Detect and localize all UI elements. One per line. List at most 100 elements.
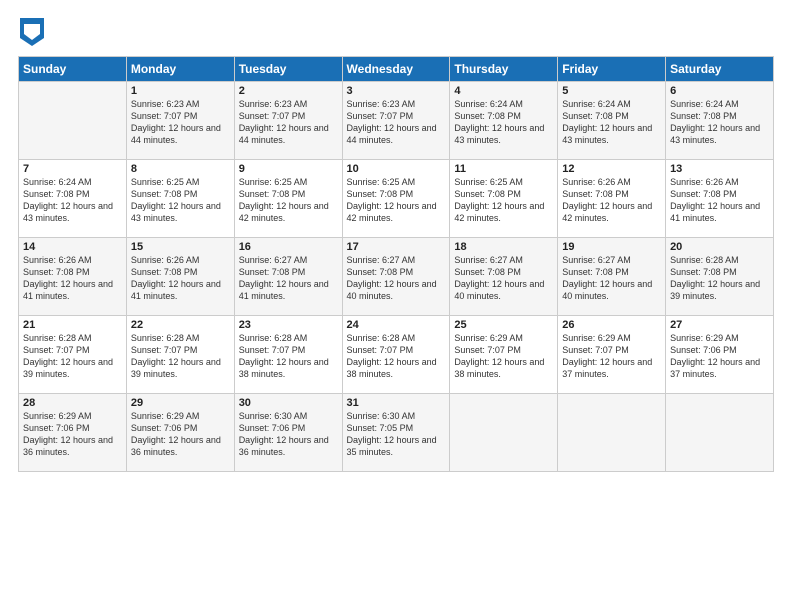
calendar-cell: 12Sunrise: 6:26 AMSunset: 7:08 PMDayligh… bbox=[558, 160, 666, 238]
day-number: 6 bbox=[670, 85, 769, 97]
cell-sun-info: Sunrise: 6:29 AMSunset: 7:07 PMDaylight:… bbox=[454, 332, 553, 381]
day-number: 20 bbox=[670, 241, 769, 253]
day-number: 18 bbox=[454, 241, 553, 253]
calendar-cell bbox=[19, 82, 127, 160]
cell-sun-info: Sunrise: 6:25 AMSunset: 7:08 PMDaylight:… bbox=[347, 176, 446, 225]
cell-sun-info: Sunrise: 6:28 AMSunset: 7:07 PMDaylight:… bbox=[131, 332, 230, 381]
cell-sun-info: Sunrise: 6:23 AMSunset: 7:07 PMDaylight:… bbox=[347, 98, 446, 147]
cell-sun-info: Sunrise: 6:24 AMSunset: 7:08 PMDaylight:… bbox=[562, 98, 661, 147]
weekday-header: Sunday bbox=[19, 57, 127, 82]
cell-sun-info: Sunrise: 6:29 AMSunset: 7:06 PMDaylight:… bbox=[23, 410, 122, 459]
day-number: 24 bbox=[347, 319, 446, 331]
day-number: 28 bbox=[23, 397, 122, 409]
calendar-cell: 21Sunrise: 6:28 AMSunset: 7:07 PMDayligh… bbox=[19, 316, 127, 394]
logo bbox=[18, 18, 44, 46]
calendar-week-row: 21Sunrise: 6:28 AMSunset: 7:07 PMDayligh… bbox=[19, 316, 774, 394]
day-number: 14 bbox=[23, 241, 122, 253]
day-number: 21 bbox=[23, 319, 122, 331]
calendar-cell: 9Sunrise: 6:25 AMSunset: 7:08 PMDaylight… bbox=[234, 160, 342, 238]
calendar-cell bbox=[666, 394, 774, 472]
day-number: 27 bbox=[670, 319, 769, 331]
cell-sun-info: Sunrise: 6:26 AMSunset: 7:08 PMDaylight:… bbox=[670, 176, 769, 225]
day-number: 1 bbox=[131, 85, 230, 97]
calendar-cell: 19Sunrise: 6:27 AMSunset: 7:08 PMDayligh… bbox=[558, 238, 666, 316]
day-number: 12 bbox=[562, 163, 661, 175]
calendar-cell: 13Sunrise: 6:26 AMSunset: 7:08 PMDayligh… bbox=[666, 160, 774, 238]
calendar-cell bbox=[450, 394, 558, 472]
calendar-week-row: 14Sunrise: 6:26 AMSunset: 7:08 PMDayligh… bbox=[19, 238, 774, 316]
calendar-cell: 25Sunrise: 6:29 AMSunset: 7:07 PMDayligh… bbox=[450, 316, 558, 394]
weekday-header: Monday bbox=[126, 57, 234, 82]
calendar-week-row: 28Sunrise: 6:29 AMSunset: 7:06 PMDayligh… bbox=[19, 394, 774, 472]
calendar-cell: 24Sunrise: 6:28 AMSunset: 7:07 PMDayligh… bbox=[342, 316, 450, 394]
day-number: 30 bbox=[239, 397, 338, 409]
weekday-header: Tuesday bbox=[234, 57, 342, 82]
calendar-cell: 30Sunrise: 6:30 AMSunset: 7:06 PMDayligh… bbox=[234, 394, 342, 472]
cell-sun-info: Sunrise: 6:28 AMSunset: 7:07 PMDaylight:… bbox=[23, 332, 122, 381]
day-number: 19 bbox=[562, 241, 661, 253]
calendar-cell: 2Sunrise: 6:23 AMSunset: 7:07 PMDaylight… bbox=[234, 82, 342, 160]
day-number: 23 bbox=[239, 319, 338, 331]
cell-sun-info: Sunrise: 6:23 AMSunset: 7:07 PMDaylight:… bbox=[131, 98, 230, 147]
cell-sun-info: Sunrise: 6:26 AMSunset: 7:08 PMDaylight:… bbox=[23, 254, 122, 303]
day-number: 31 bbox=[347, 397, 446, 409]
calendar-cell: 16Sunrise: 6:27 AMSunset: 7:08 PMDayligh… bbox=[234, 238, 342, 316]
calendar-week-row: 1Sunrise: 6:23 AMSunset: 7:07 PMDaylight… bbox=[19, 82, 774, 160]
cell-sun-info: Sunrise: 6:27 AMSunset: 7:08 PMDaylight:… bbox=[347, 254, 446, 303]
cell-sun-info: Sunrise: 6:25 AMSunset: 7:08 PMDaylight:… bbox=[454, 176, 553, 225]
cell-sun-info: Sunrise: 6:30 AMSunset: 7:06 PMDaylight:… bbox=[239, 410, 338, 459]
calendar-cell: 11Sunrise: 6:25 AMSunset: 7:08 PMDayligh… bbox=[450, 160, 558, 238]
day-number: 10 bbox=[347, 163, 446, 175]
day-number: 22 bbox=[131, 319, 230, 331]
calendar-cell: 5Sunrise: 6:24 AMSunset: 7:08 PMDaylight… bbox=[558, 82, 666, 160]
day-number: 7 bbox=[23, 163, 122, 175]
calendar-cell: 8Sunrise: 6:25 AMSunset: 7:08 PMDaylight… bbox=[126, 160, 234, 238]
day-number: 29 bbox=[131, 397, 230, 409]
calendar-cell: 15Sunrise: 6:26 AMSunset: 7:08 PMDayligh… bbox=[126, 238, 234, 316]
cell-sun-info: Sunrise: 6:29 AMSunset: 7:07 PMDaylight:… bbox=[562, 332, 661, 381]
cell-sun-info: Sunrise: 6:25 AMSunset: 7:08 PMDaylight:… bbox=[239, 176, 338, 225]
calendar-cell: 6Sunrise: 6:24 AMSunset: 7:08 PMDaylight… bbox=[666, 82, 774, 160]
cell-sun-info: Sunrise: 6:26 AMSunset: 7:08 PMDaylight:… bbox=[562, 176, 661, 225]
cell-sun-info: Sunrise: 6:23 AMSunset: 7:07 PMDaylight:… bbox=[239, 98, 338, 147]
calendar-cell: 4Sunrise: 6:24 AMSunset: 7:08 PMDaylight… bbox=[450, 82, 558, 160]
day-number: 26 bbox=[562, 319, 661, 331]
calendar-week-row: 7Sunrise: 6:24 AMSunset: 7:08 PMDaylight… bbox=[19, 160, 774, 238]
calendar-cell: 22Sunrise: 6:28 AMSunset: 7:07 PMDayligh… bbox=[126, 316, 234, 394]
logo-icon bbox=[20, 18, 44, 46]
calendar-cell: 20Sunrise: 6:28 AMSunset: 7:08 PMDayligh… bbox=[666, 238, 774, 316]
calendar-cell: 14Sunrise: 6:26 AMSunset: 7:08 PMDayligh… bbox=[19, 238, 127, 316]
day-number: 8 bbox=[131, 163, 230, 175]
day-number: 3 bbox=[347, 85, 446, 97]
cell-sun-info: Sunrise: 6:29 AMSunset: 7:06 PMDaylight:… bbox=[670, 332, 769, 381]
day-number: 9 bbox=[239, 163, 338, 175]
cell-sun-info: Sunrise: 6:29 AMSunset: 7:06 PMDaylight:… bbox=[131, 410, 230, 459]
cell-sun-info: Sunrise: 6:24 AMSunset: 7:08 PMDaylight:… bbox=[23, 176, 122, 225]
cell-sun-info: Sunrise: 6:24 AMSunset: 7:08 PMDaylight:… bbox=[670, 98, 769, 147]
calendar-cell: 31Sunrise: 6:30 AMSunset: 7:05 PMDayligh… bbox=[342, 394, 450, 472]
day-number: 15 bbox=[131, 241, 230, 253]
cell-sun-info: Sunrise: 6:28 AMSunset: 7:07 PMDaylight:… bbox=[347, 332, 446, 381]
weekday-header: Thursday bbox=[450, 57, 558, 82]
calendar-cell bbox=[558, 394, 666, 472]
cell-sun-info: Sunrise: 6:27 AMSunset: 7:08 PMDaylight:… bbox=[562, 254, 661, 303]
calendar-cell: 26Sunrise: 6:29 AMSunset: 7:07 PMDayligh… bbox=[558, 316, 666, 394]
day-number: 25 bbox=[454, 319, 553, 331]
calendar-cell: 27Sunrise: 6:29 AMSunset: 7:06 PMDayligh… bbox=[666, 316, 774, 394]
calendar-cell: 29Sunrise: 6:29 AMSunset: 7:06 PMDayligh… bbox=[126, 394, 234, 472]
calendar-cell: 17Sunrise: 6:27 AMSunset: 7:08 PMDayligh… bbox=[342, 238, 450, 316]
day-number: 4 bbox=[454, 85, 553, 97]
cell-sun-info: Sunrise: 6:28 AMSunset: 7:07 PMDaylight:… bbox=[239, 332, 338, 381]
weekday-header: Saturday bbox=[666, 57, 774, 82]
day-number: 5 bbox=[562, 85, 661, 97]
calendar-cell: 10Sunrise: 6:25 AMSunset: 7:08 PMDayligh… bbox=[342, 160, 450, 238]
calendar-table: SundayMondayTuesdayWednesdayThursdayFrid… bbox=[18, 56, 774, 472]
calendar-header-row: SundayMondayTuesdayWednesdayThursdayFrid… bbox=[19, 57, 774, 82]
cell-sun-info: Sunrise: 6:30 AMSunset: 7:05 PMDaylight:… bbox=[347, 410, 446, 459]
cell-sun-info: Sunrise: 6:27 AMSunset: 7:08 PMDaylight:… bbox=[239, 254, 338, 303]
cell-sun-info: Sunrise: 6:26 AMSunset: 7:08 PMDaylight:… bbox=[131, 254, 230, 303]
weekday-header: Wednesday bbox=[342, 57, 450, 82]
page-header bbox=[18, 18, 774, 46]
calendar-cell: 3Sunrise: 6:23 AMSunset: 7:07 PMDaylight… bbox=[342, 82, 450, 160]
cell-sun-info: Sunrise: 6:27 AMSunset: 7:08 PMDaylight:… bbox=[454, 254, 553, 303]
